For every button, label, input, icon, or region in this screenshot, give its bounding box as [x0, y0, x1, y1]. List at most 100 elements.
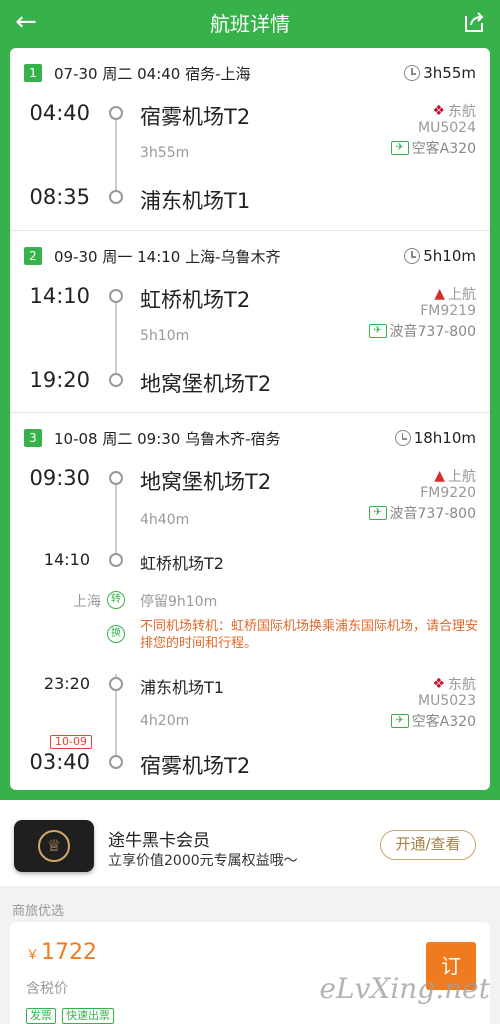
departure-dot	[109, 471, 123, 485]
airline: ▲ 上航	[434, 284, 476, 304]
watermark: eLvXing.net	[319, 972, 490, 1005]
segment-duration-value: 3h55m	[423, 64, 476, 82]
price-value: 1722	[41, 940, 98, 965]
departure-time: 23:20	[43, 674, 90, 693]
shanghai-airlines-logo-icon: ▲	[434, 286, 445, 302]
black-card-image: ♕	[14, 820, 94, 872]
china-eastern-logo-icon: ❖	[432, 103, 445, 119]
segment-duration-value: 18h10m	[413, 429, 476, 447]
aircraft-type: ✈ 空客A320	[390, 138, 476, 158]
segment-3: 3 10-08 周二 09:30 乌鲁木齐-宿务 18h10m 09:30 地窝…	[10, 412, 490, 790]
segment-1: 1 07-30 周二 04:40 宿务-上海 3h55m 04:40 宿雾机场T…	[10, 48, 490, 230]
aircraft-type: ✈ 波音737-800	[368, 321, 477, 341]
clock-icon	[394, 430, 411, 446]
transfer-icon: 转	[107, 591, 125, 609]
airline: ❖ 东航	[432, 101, 476, 121]
arrival-airport: 浦东机场T1	[140, 189, 251, 213]
next-day-date-badge: 10-09	[50, 735, 92, 749]
transfer-city: 上海	[73, 594, 101, 610]
arrival-time: 03:40	[29, 750, 90, 774]
airline-name: 东航	[448, 677, 476, 693]
transfer-arrival-time: 14:10	[43, 550, 90, 569]
clock-icon	[404, 248, 421, 264]
departure-dot	[109, 677, 123, 691]
departure-dot	[109, 106, 123, 120]
airline: ▲ 上航	[434, 466, 476, 486]
back-arrow-icon[interactable]: ←	[10, 7, 42, 37]
fast-ticket-tag: 快速出票	[62, 1008, 114, 1024]
plane-icon: ✈	[390, 714, 409, 728]
flight-duration: 5h10m	[140, 328, 190, 344]
aircraft-name: 波音737-800	[389, 506, 477, 522]
aircraft-name: 空客A320	[411, 714, 476, 730]
page-title: 航班详情	[210, 11, 290, 36]
open-view-button[interactable]: 开通/查看	[380, 830, 476, 860]
arrival-airport: 宿雾机场T2	[140, 754, 251, 778]
price: ￥ 1722	[26, 940, 97, 965]
airline-name: 东航	[448, 104, 476, 120]
plane-icon: ✈	[390, 141, 409, 155]
arrival-dot	[109, 755, 123, 769]
currency-symbol: ￥	[26, 948, 40, 963]
segment-duration: 18h10m	[394, 427, 476, 449]
segment-duration: 5h10m	[404, 245, 476, 267]
departure-time: 14:10	[29, 284, 90, 308]
departure-airport: 浦东机场T1	[140, 678, 224, 697]
segment-header: 2 09-30 周一 14:10 上海-乌鲁木齐	[24, 245, 281, 267]
airline: ❖ 东航	[432, 674, 476, 694]
departure-airport: 宿雾机场T2	[140, 105, 251, 129]
shanghai-airlines-logo-icon: ▲	[434, 468, 445, 484]
segment-header: 1 07-30 周二 04:40 宿务-上海	[24, 62, 251, 84]
invoice-tag: 发票	[26, 1008, 56, 1024]
airline-name: 上航	[448, 287, 476, 303]
china-eastern-logo-icon: ❖	[432, 676, 445, 692]
aircraft-type: ✈ 空客A320	[390, 711, 476, 731]
route-line	[115, 115, 117, 197]
airport-change-warning: 不同机场转机：虹桥国际机场换乘浦东国际机场，请合理安排您的时间和行程。	[140, 619, 479, 651]
aircraft-name: 波音737-800	[389, 324, 477, 340]
flight-duration: 4h20m	[140, 713, 190, 729]
departure-time: 04:40	[29, 101, 90, 125]
stopover-duration: 停留9h10m	[140, 594, 218, 610]
segment-duration-value: 5h10m	[423, 247, 476, 265]
departure-dot	[109, 289, 123, 303]
flight-number: MU5023	[418, 693, 476, 709]
service-tags: 发票 快速出票	[26, 1008, 120, 1024]
member-subtitle: 立享价值2000元专属权益哦～	[108, 853, 298, 869]
business-section-label: 商旅优选	[12, 904, 65, 919]
transfer-arrival-airport: 虹桥机场T2	[140, 554, 224, 573]
arrival-dot	[109, 373, 123, 387]
segment-number: 2	[24, 247, 42, 265]
arrival-time: 08:35	[29, 185, 90, 209]
tax-note: 含税价	[26, 981, 68, 997]
segment-summary: 09-30 周一 14:10 上海-乌鲁木齐	[54, 247, 281, 266]
departure-time: 09:30	[29, 466, 90, 490]
clock-icon	[404, 65, 421, 81]
flight-number: FM9219	[420, 303, 476, 319]
segment-2: 2 09-30 周一 14:10 上海-乌鲁木齐 5h10m 14:10 虹桥机…	[10, 230, 490, 412]
plane-icon: ✈	[368, 324, 387, 338]
departure-airport: 虹桥机场T2	[140, 288, 251, 312]
header-bar: ← 航班详情	[0, 0, 500, 44]
segment-header: 3 10-08 周二 09:30 乌鲁木齐-宿务	[24, 427, 281, 449]
route-line	[115, 298, 117, 380]
arrival-time: 19:20	[29, 368, 90, 392]
flight-duration: 3h55m	[140, 145, 190, 161]
flight-number: FM9220	[420, 485, 476, 501]
transfer-arrival-dot	[109, 553, 123, 567]
flight-duration: 4h40m	[140, 512, 190, 528]
crown-icon: ♕	[38, 830, 70, 862]
plane-icon: ✈	[368, 506, 387, 520]
aircraft-name: 空客A320	[411, 141, 476, 157]
segment-number: 1	[24, 64, 42, 82]
aircraft-type: ✈ 波音737-800	[368, 503, 477, 523]
share-icon[interactable]	[462, 10, 486, 34]
segment-duration: 3h55m	[404, 62, 476, 84]
segment-summary: 10-08 周二 09:30 乌鲁木齐-宿务	[54, 429, 281, 448]
airline-name: 上航	[448, 469, 476, 485]
segment-summary: 07-30 周二 04:40 宿务-上海	[54, 64, 251, 83]
departure-airport: 地窝堡机场T2	[140, 470, 272, 494]
change-airport-icon: 换	[107, 625, 125, 643]
segment-number: 3	[24, 429, 42, 447]
member-banner[interactable]: ♕ 途牛黑卡会员 立享价值2000元专属权益哦～ 开通/查看	[0, 800, 500, 886]
